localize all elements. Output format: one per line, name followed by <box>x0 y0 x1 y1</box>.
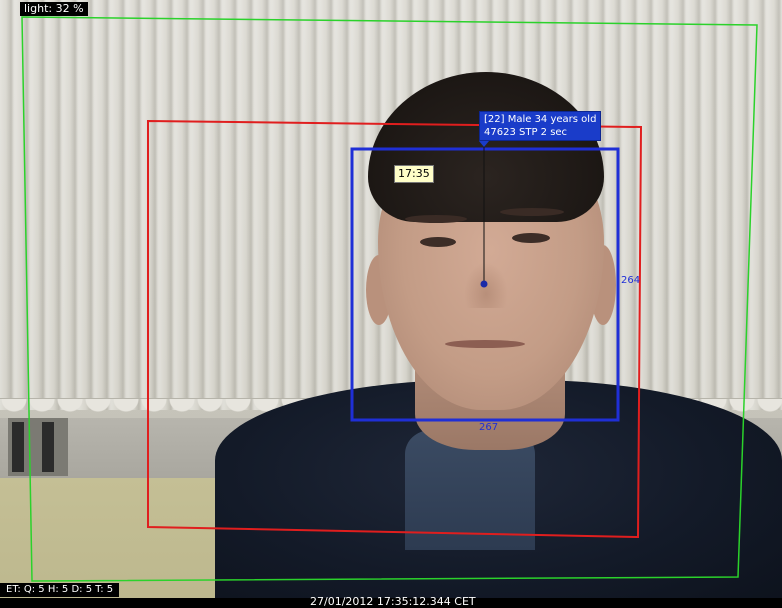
status-bar: ET: Q: 5 H: 5 D: 5 T: 5 <box>0 583 120 597</box>
face-info-identity: [22] Male 34 years old <box>484 114 597 125</box>
outer-zone <box>21 16 758 582</box>
face-info-tracking: 47623 STP 2 sec <box>484 127 568 138</box>
time-tag: 17:35 <box>394 165 434 183</box>
face-width-label: 267 <box>479 422 499 433</box>
face-pointer-arrow <box>479 141 489 147</box>
analytics-overlay <box>21 16 758 582</box>
face-center-dot <box>480 280 488 288</box>
video-frame: light: 32 % [22] Male 34 years old 47623… <box>0 0 782 598</box>
video-timestamp: 27/01/2012 17:35:12.344 CET <box>310 595 476 608</box>
face-info-tag: [22] Male 34 years old 47623 STP 2 sec <box>479 111 602 141</box>
face-height-label: 264 <box>621 275 641 286</box>
detection-zone <box>147 119 643 539</box>
light-level-label: light: 32 % <box>20 2 88 16</box>
